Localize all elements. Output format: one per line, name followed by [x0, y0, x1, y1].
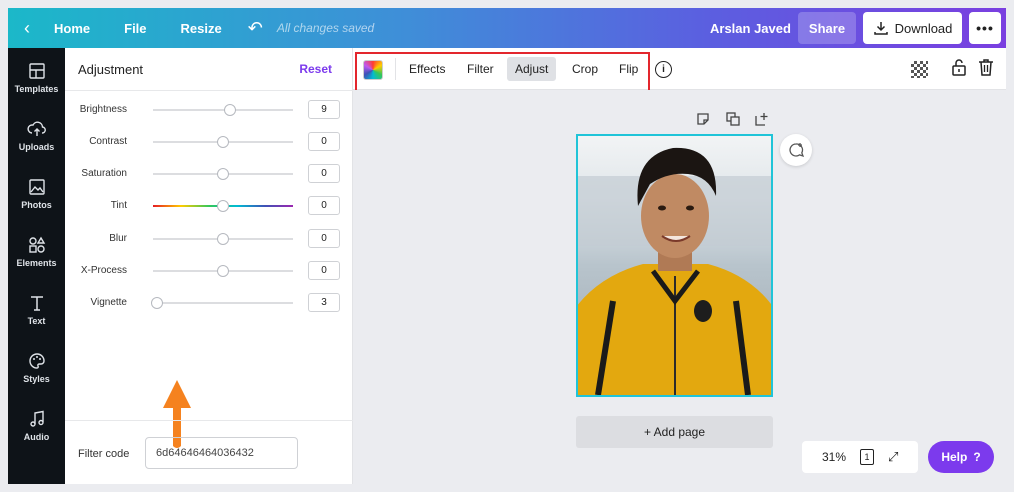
rail-item-elements[interactable]: Elements [8, 222, 65, 280]
slider-value-input[interactable]: 0 [308, 164, 340, 183]
slider-value-input[interactable]: 0 [308, 132, 340, 151]
canvas-area: + Add page 31% 1 ⤢ Help ? [353, 90, 1006, 484]
filter-code-label: Filter code [78, 448, 130, 460]
rail-item-styles[interactable]: Styles [8, 338, 65, 396]
music-note-icon [29, 410, 44, 427]
slider-row-brightness: Brightness 9 [65, 100, 353, 120]
upload-cloud-icon [26, 121, 46, 136]
rail-item-text[interactable]: Text [8, 280, 65, 338]
file-menu[interactable]: File [124, 21, 146, 36]
note-icon[interactable] [696, 112, 710, 126]
highlight-box [355, 52, 650, 92]
slider-handle[interactable] [217, 233, 229, 245]
photo-icon [28, 178, 45, 195]
add-page-button[interactable]: + Add page [576, 416, 773, 448]
slider-label: Contrast [89, 136, 127, 147]
rail-item-photos[interactable]: Photos [8, 164, 65, 222]
slider-value-input[interactable]: 9 [308, 100, 340, 119]
rail-label: Templates [14, 83, 59, 94]
slider-track[interactable] [153, 302, 293, 304]
divider [65, 420, 353, 421]
rail-label: Styles [23, 373, 50, 384]
design-page[interactable] [576, 134, 773, 397]
rail-label: Photos [21, 199, 52, 210]
side-rail: Templates Uploads Photos Elements Text S… [8, 48, 65, 484]
slider-value-input[interactable]: 3 [308, 293, 340, 312]
rail-label: Text [27, 315, 46, 326]
question-icon: ? [973, 450, 981, 464]
user-name[interactable]: Arslan Javed [710, 21, 791, 36]
duplicate-page-icon[interactable] [726, 112, 740, 126]
templates-icon [28, 62, 45, 79]
slider-value-input[interactable]: 0 [308, 261, 340, 280]
slider-label: Saturation [81, 168, 127, 179]
shapes-icon [28, 236, 45, 253]
comment-icon [789, 143, 805, 158]
text-icon [30, 295, 43, 311]
ellipsis-icon[interactable]: ••• [969, 12, 1001, 44]
rail-item-uploads[interactable]: Uploads [8, 106, 65, 164]
help-label: Help [941, 450, 968, 464]
rail-label: Elements [16, 257, 57, 268]
slider-label: Vignette [90, 297, 127, 308]
rail-item-audio[interactable]: Audio [8, 396, 65, 454]
slider-label: Tint [110, 200, 127, 211]
slider-row-saturation: Saturation 0 [65, 164, 353, 184]
divider [65, 90, 353, 91]
slider-handle[interactable] [224, 104, 236, 116]
rail-item-templates[interactable]: Templates [8, 48, 65, 106]
rail-label: Uploads [18, 141, 55, 152]
save-status: All changes saved [276, 21, 375, 35]
help-button[interactable]: Help ? [928, 441, 994, 473]
zoom-controls: 31% 1 ⤢ [802, 441, 918, 473]
slider-handle[interactable] [151, 297, 164, 309]
slider-row-tint: Tint 0 [65, 196, 353, 216]
slider-handle[interactable] [217, 200, 229, 212]
fullscreen-icon[interactable]: ⤢ [888, 449, 898, 465]
share-button[interactable]: Share [798, 12, 856, 44]
info-icon[interactable]: i [655, 61, 672, 78]
add-page-icon[interactable] [755, 112, 769, 126]
chevron-left-icon[interactable]: ‹ [24, 18, 40, 39]
slider-value-input[interactable]: 0 [308, 229, 340, 248]
slider-row-contrast: Contrast 0 [65, 132, 353, 152]
filter-code-input[interactable]: 6d64646464036432 [145, 437, 298, 469]
top-bar: ‹ Home File Resize ↶ All changes saved A… [8, 8, 1006, 48]
slider-track[interactable] [153, 109, 293, 111]
rail-label: Audio [23, 431, 50, 442]
slider-row-x-process: X-Process 0 [65, 261, 353, 281]
slider-handle[interactable] [217, 136, 229, 148]
slider-row-vignette: Vignette 3 [65, 293, 353, 313]
home-link[interactable]: Home [54, 21, 90, 36]
palette-icon [28, 352, 45, 369]
slider-label: Brightness [79, 104, 127, 115]
adjustment-panel: Adjustment Reset Brightness 9 Contrast 0 Sat… [65, 48, 353, 484]
portrait-photo[interactable] [578, 136, 771, 395]
transparency-icon[interactable] [911, 61, 928, 78]
slider-label: Blur [109, 233, 127, 244]
download-label: Download [894, 20, 953, 36]
download-icon [873, 22, 888, 35]
slider-row-blur: Blur 0 [65, 229, 353, 249]
slider-handle[interactable] [217, 168, 229, 180]
slider-label: X-Process [80, 265, 127, 276]
zoom-level[interactable]: 31% [822, 450, 846, 464]
add-comment-button[interactable] [780, 134, 812, 166]
slider-value-input[interactable]: 0 [308, 196, 340, 215]
page-count-icon[interactable]: 1 [860, 449, 875, 465]
resize-menu[interactable]: Resize [181, 21, 222, 36]
slider-handle[interactable] [217, 265, 229, 277]
undo-icon[interactable]: ↶ [248, 18, 263, 39]
panel-title: Adjustment [78, 62, 144, 77]
reset-button[interactable]: Reset [299, 62, 332, 76]
download-button[interactable]: Download [863, 12, 962, 44]
lock-icon[interactable] [951, 58, 967, 76]
trash-icon[interactable] [978, 58, 994, 76]
